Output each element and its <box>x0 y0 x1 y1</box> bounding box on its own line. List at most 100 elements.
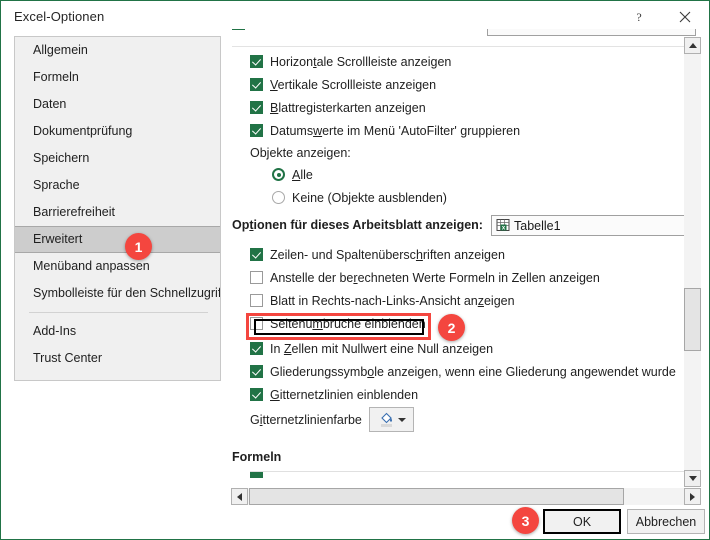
cancel-button[interactable]: Abbrechen <box>627 509 705 534</box>
sidebar-item-label: Trust Center <box>33 351 103 365</box>
options-category-list[interactable]: Allgemein Formeln Daten Dokumentprüfung … <box>14 36 221 381</box>
checkbox-row-rechts-nach-links[interactable]: Blatt in Rechts-nach-Links-Ansicht anzei… <box>250 290 515 311</box>
checkbox-label: Blattregisterkarten anzeigen <box>270 100 426 115</box>
options-content-pane: Horizontale Scrollleiste anzeigen Vertik… <box>232 29 696 484</box>
clipped-checkbox-icon <box>232 29 245 30</box>
checkbox-icon[interactable] <box>250 388 263 401</box>
checkbox-row-gitternetzlinien-einblenden[interactable]: Gitternetzlinien einblenden <box>250 384 418 405</box>
formulas-section-label: Formeln <box>232 450 282 464</box>
radio-icon[interactable] <box>272 191 285 204</box>
checkbox-icon[interactable] <box>250 365 263 378</box>
checkbox-row-formeln-in-zellen[interactable]: Anstelle der berechneten Werte Formeln i… <box>250 267 600 288</box>
fill-color-icon <box>380 412 392 427</box>
checkbox-label: Zeilen- und Spaltenüberschriften anzeige… <box>270 247 505 262</box>
checkbox-label: Datumswerte im Menü 'AutoFilter' gruppie… <box>270 123 521 138</box>
sidebar-item-label: Formeln <box>33 70 79 84</box>
annotation-badge-2: 2 <box>438 314 465 341</box>
clipped-top-row <box>232 29 696 45</box>
checkbox-row-horizontale-scrollleiste[interactable]: Horizontale Scrollleiste anzeigen <box>250 51 451 72</box>
worksheet-icon: x <box>496 219 510 232</box>
sidebar-item-label: Daten <box>33 97 67 111</box>
worksheet-section-label: Optionen für dieses Arbeitsblatt anzeige… <box>232 218 483 232</box>
horizontal-scrollbar[interactable] <box>231 488 701 505</box>
excel-options-dialog: Excel-Optionen ? Allgemein Formeln Daten… <box>0 0 710 540</box>
checkbox-icon[interactable] <box>250 55 263 68</box>
triangle-down-icon <box>688 476 697 481</box>
sidebar-item-label: Dokumentprüfung <box>33 124 133 138</box>
radio-icon[interactable] <box>272 168 285 181</box>
radio-row-alle[interactable]: Alle <box>272 164 313 185</box>
sidebar-item-erweitert[interactable]: Erweitert <box>15 226 220 253</box>
checkbox-label: Vertikale Scrollleiste anzeigen <box>270 77 437 92</box>
sidebar-item-add-ins[interactable]: Add-Ins <box>15 318 220 345</box>
page-title: Excel-Optionen <box>14 9 105 24</box>
sidebar-item-label: Barrierefreiheit <box>33 205 115 219</box>
triangle-up-icon <box>688 43 697 48</box>
checkbox-row-nullwert-null-anzeigen[interactable]: In Zellen mit Nullwert eine Null anzeige… <box>250 338 493 359</box>
checkbox-row-vertikale-scrollleiste[interactable]: Vertikale Scrollleiste anzeigen <box>250 74 436 95</box>
checkbox-icon[interactable] <box>250 101 263 114</box>
checkbox-icon[interactable] <box>250 248 263 261</box>
sidebar-item-formeln[interactable]: Formeln <box>15 64 220 91</box>
clipped-bottom-row <box>232 472 696 484</box>
content-top-divider <box>232 46 696 47</box>
close-icon[interactable] <box>662 1 707 32</box>
checkbox-icon[interactable] <box>250 342 263 355</box>
radio-label: Keine (Objekte ausblenden) <box>292 190 447 205</box>
sidebar-item-label: Allgemein <box>33 43 88 57</box>
radio-label: Alle <box>292 167 313 182</box>
triangle-left-icon <box>237 492 242 501</box>
checkbox-row-zeilen-spaltenueberschriften[interactable]: Zeilen- und Spaltenüberschriften anzeige… <box>250 244 505 265</box>
horizontal-scroll-thumb[interactable] <box>249 488 624 505</box>
checkbox-row-datumswerte-autofilter[interactable]: Datumswerte im Menü 'AutoFilter' gruppie… <box>250 120 520 141</box>
checkbox-icon[interactable] <box>250 124 263 137</box>
checkbox-icon[interactable] <box>250 294 263 307</box>
help-question-icon[interactable]: ? <box>616 1 661 32</box>
clipped-combobox <box>487 29 696 36</box>
sidebar-item-label: Sprache <box>33 178 80 192</box>
sidebar-item-label: Erweitert <box>33 232 83 246</box>
scroll-up-button[interactable] <box>684 37 701 54</box>
gridline-color-label: Gitternetzlinienfarbe <box>250 413 362 427</box>
sidebar-item-speichern[interactable]: Speichern <box>15 145 220 172</box>
checkbox-icon[interactable] <box>250 78 263 91</box>
sidebar-item-trust-center[interactable]: Trust Center <box>15 345 220 372</box>
chevron-down-icon[interactable] <box>397 417 406 422</box>
sidebar-item-daten[interactable]: Daten <box>15 91 220 118</box>
sidebar-item-label: Add-Ins <box>33 324 77 338</box>
clipped-checkbox-icon <box>250 472 263 478</box>
sidebar-item-label: Speichern <box>33 151 90 165</box>
scroll-right-button[interactable] <box>684 488 701 505</box>
checkbox-label: Gitternetzlinien einblenden <box>270 387 419 402</box>
checkbox-icon[interactable] <box>250 271 263 284</box>
sidebar-divider <box>29 312 208 313</box>
annotation-focus-box <box>254 319 424 335</box>
sidebar-item-allgemein[interactable]: Allgemein <box>15 37 220 64</box>
worksheet-select-value: Tabelle1 <box>514 218 561 233</box>
radio-row-keine-objekte-ausblenden[interactable]: Keine (Objekte ausblenden) <box>272 187 447 208</box>
title-bar: Excel-Optionen ? <box>1 1 709 32</box>
checkbox-row-gliederungssymbole[interactable]: Gliederungssymbole anzeigen, wenn eine G… <box>250 361 676 382</box>
checkbox-label: Horizontale Scrollleiste anzeigen <box>270 54 452 69</box>
triangle-right-icon <box>690 492 695 501</box>
ok-button[interactable]: OK <box>543 509 621 534</box>
gridline-color-button[interactable] <box>369 407 414 432</box>
sidebar-item-barrierefreiheit[interactable]: Barrierefreiheit <box>15 199 220 226</box>
scroll-left-button[interactable] <box>231 488 248 505</box>
checkbox-row-blattregisterkarten[interactable]: Blattregisterkarten anzeigen <box>250 97 426 118</box>
sidebar-item-sprache[interactable]: Sprache <box>15 172 220 199</box>
svg-text:?: ? <box>636 10 641 24</box>
sidebar-item-menueband-anpassen[interactable]: Menüband anpassen <box>15 253 220 280</box>
annotation-badge-3: 3 <box>512 507 539 534</box>
sidebar-item-schnellzugriff[interactable]: Symbolleiste für den Schnellzugriff <box>15 280 220 307</box>
scroll-down-button[interactable] <box>684 470 701 487</box>
sidebar-item-dokumentpruefung[interactable]: Dokumentprüfung <box>15 118 220 145</box>
checkbox-label: In Zellen mit Nullwert eine Null anzeige… <box>270 341 494 356</box>
annotation-badge-1: 1 <box>125 233 152 260</box>
worksheet-select[interactable]: x Tabelle1 <box>491 215 696 236</box>
vertical-scrollbar[interactable] <box>684 37 701 487</box>
sidebar-item-label: Menüband anpassen <box>33 259 150 273</box>
vertical-scroll-thumb[interactable] <box>684 288 701 351</box>
checkbox-label: Anstelle der berechneten Werte Formeln i… <box>270 270 600 285</box>
sidebar-item-label: Symbolleiste für den Schnellzugriff <box>33 286 221 300</box>
